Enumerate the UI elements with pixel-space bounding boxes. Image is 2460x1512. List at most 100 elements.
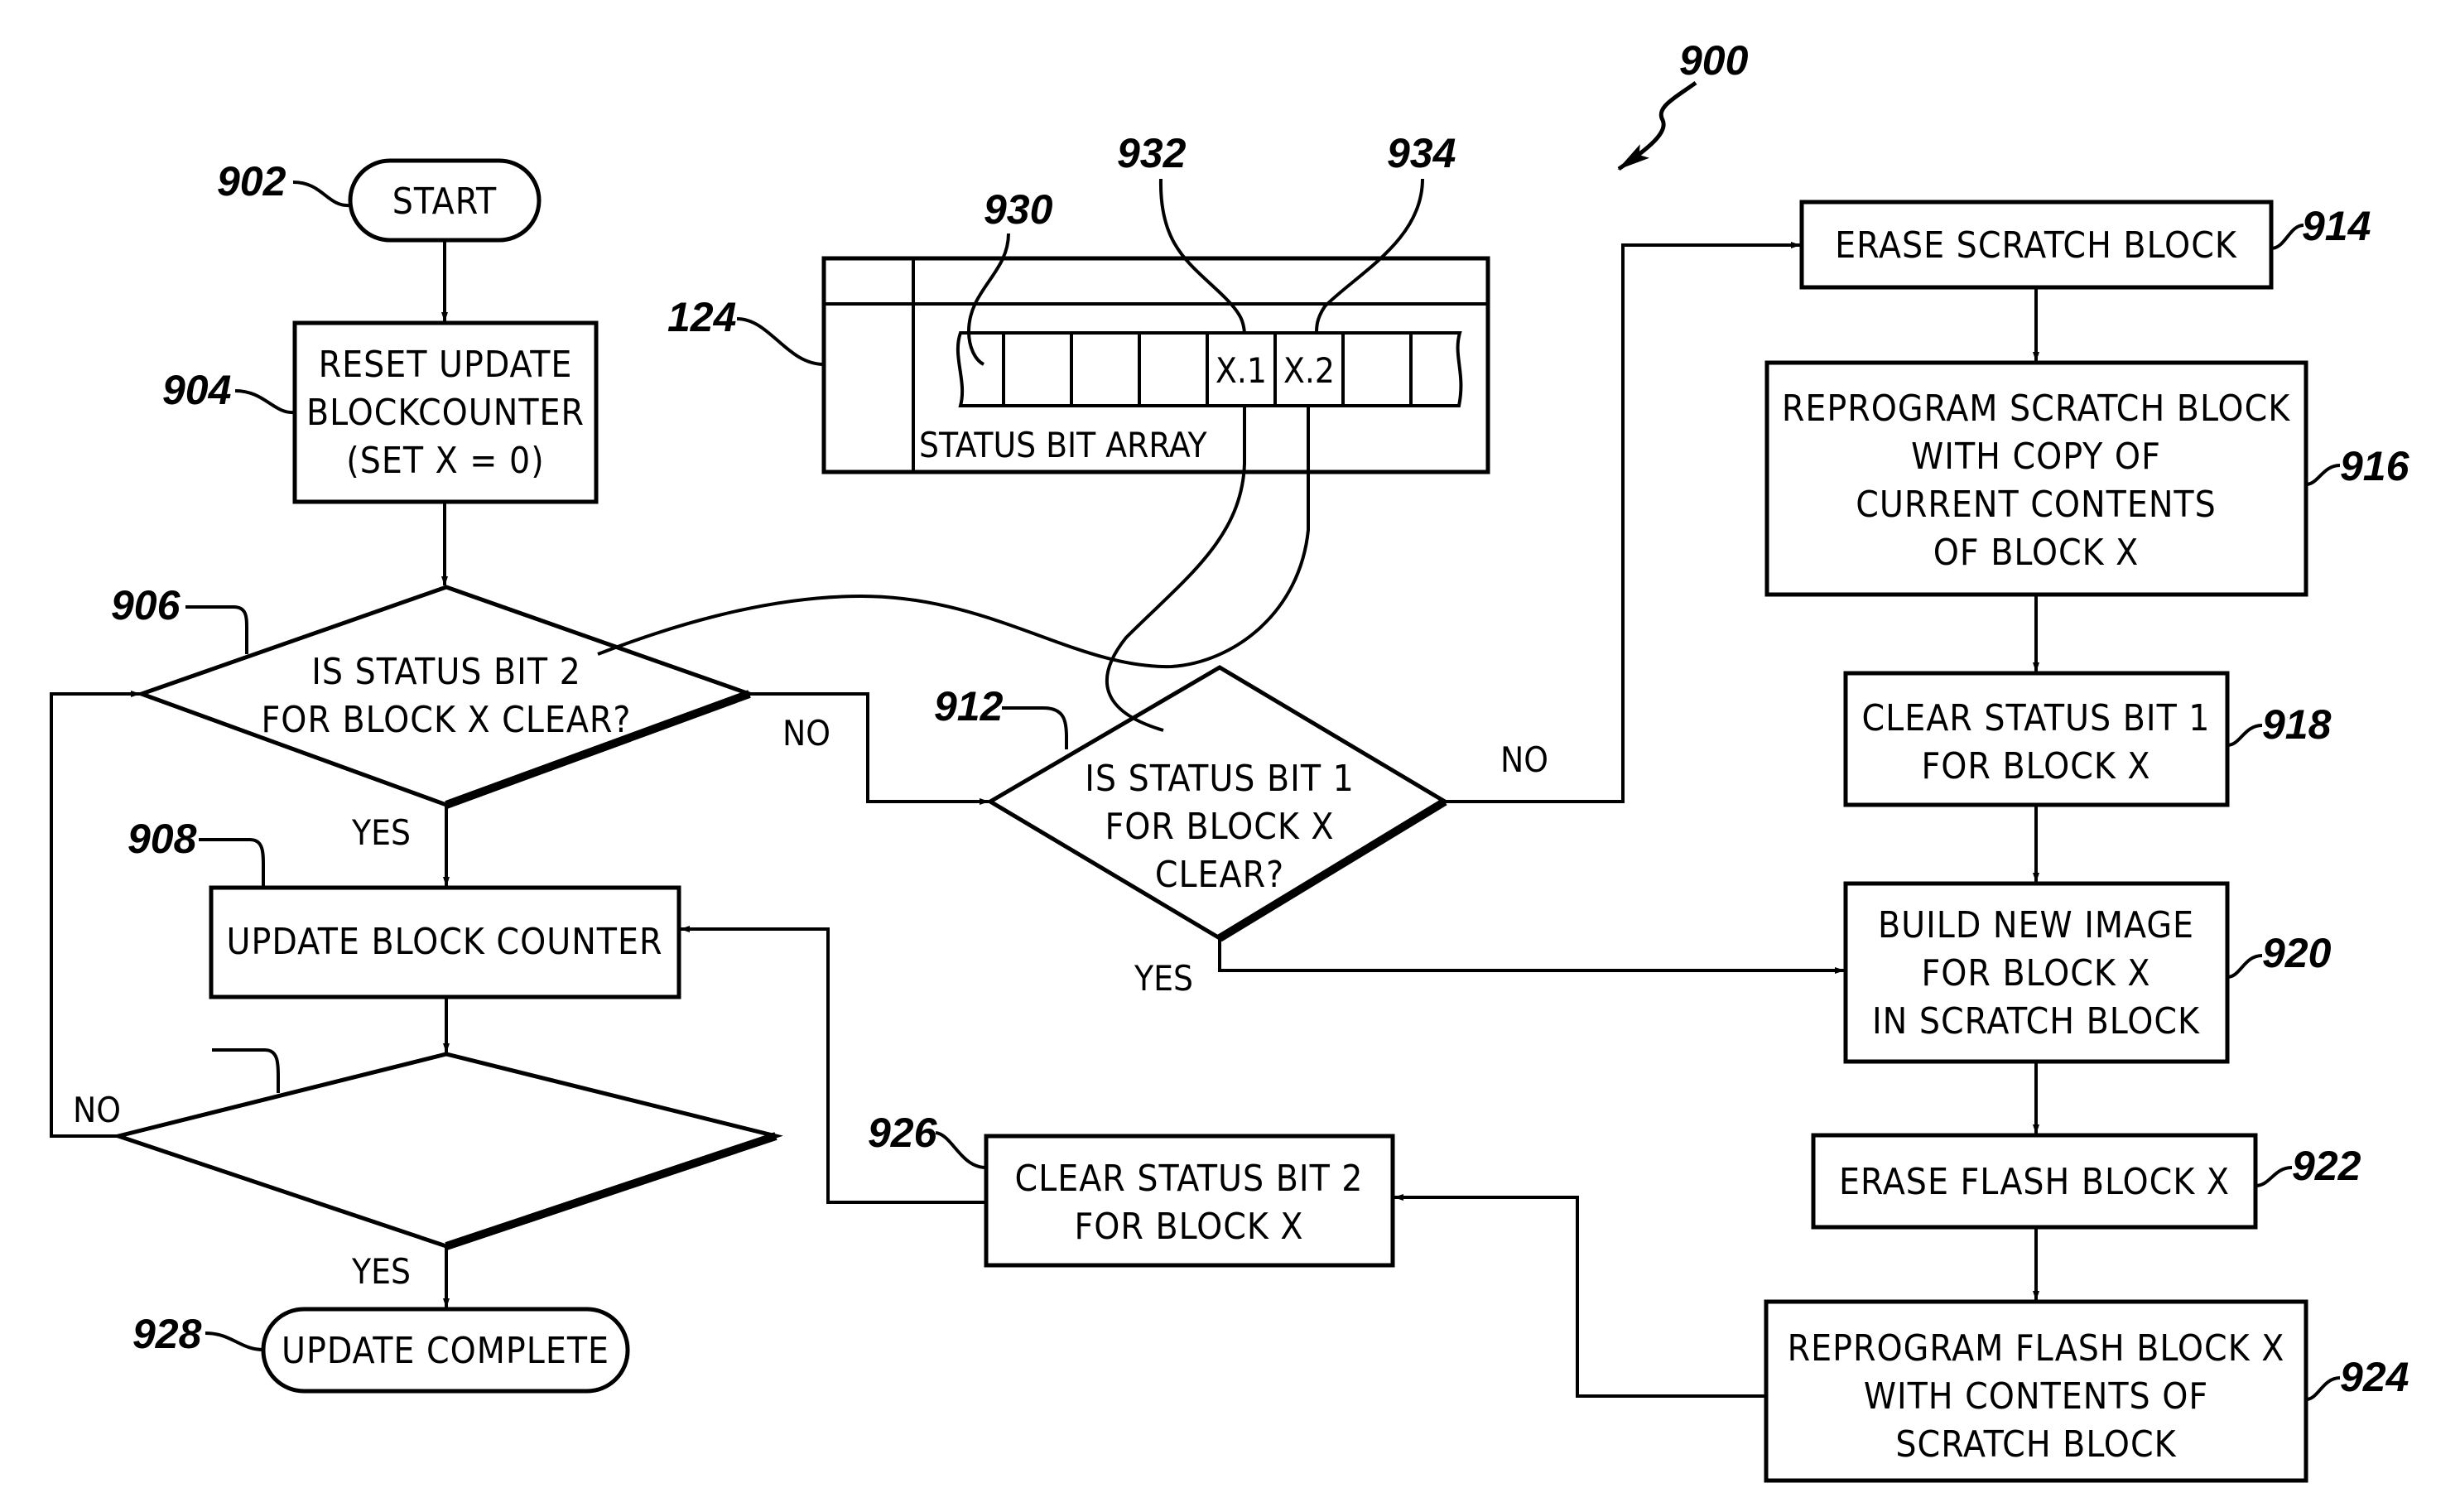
node-text-line: BLOCKCOUNTER [306,392,585,434]
node-text-line: START [392,181,497,223]
ref-label-920: 920 [2262,930,2332,976]
decision-check1-shape [986,665,1449,941]
edge-label-alldone-no: NO [73,1090,121,1130]
node-check2: IS STATUS BIT 2 FOR BLOCK X CLEAR? [135,585,756,809]
node-text-line: CLEAR? [1155,854,1284,896]
ref-label-900: 900 [1679,37,1749,84]
node-update: UPDATE BLOCK COUNTER [209,885,681,999]
edge-label-check2-no: NO [782,713,830,754]
leader-916 [2305,464,2341,486]
node-text-line: UPDATE COMPLETE [282,1330,609,1372]
edge-label-check2-yes: YES [351,812,411,853]
ref-label-918: 918 [2262,701,2332,748]
leader-924 [2305,1376,2341,1401]
ref-label-902: 902 [217,158,286,205]
node-text-line: WITH COPY OF [1911,436,2161,478]
node-text-line: IS STATUS BIT 2 [311,651,581,693]
edge-label-check1-no: NO [1500,739,1548,780]
node-erasescratch-text: ERASE SCRATCH BLOCK [1835,224,2237,267]
ref-label-924: 924 [2340,1354,2409,1400]
node-text-line: FOR BLOCK X [1105,806,1334,848]
node-alldone [111,1052,783,1250]
node-start: START [348,158,542,243]
node-text-line: BUILD NEW IMAGE [1878,904,2194,946]
leader-926 [935,1131,987,1169]
ref-label-926: 926 [868,1110,938,1156]
flowchart-canvas: START RESET UPDATE BLOCKCOUNTER (SET X = 0… [50,37,2410,1483]
ref-label-934: 934 [1387,130,1456,176]
node-update-text: UPDATE BLOCK COUNTER [227,921,663,963]
ref-label-928: 928 [132,1311,202,1357]
edge-reprogflash-clear2 [1394,1194,1766,1398]
edge-alldone-check2 [50,691,141,1138]
leader-922 [2255,1166,2293,1187]
node-text-line: FOR BLOCK X CLEAR? [262,699,632,741]
node-text-line: CLEAR STATUS BIT 1 [1862,697,2211,739]
node-text-line: ERASE FLASH BLOCK X [1839,1161,2230,1203]
leader-912 [1002,706,1068,749]
edge-label-alldone-yes: YES [351,1251,411,1292]
node-reset-text: RESET UPDATE BLOCKCOUNTER (SET X = 0) [306,344,585,482]
node-text-line: REPROGRAM SCRATCH BLOCK [1782,388,2290,430]
node-clear1: CLEAR STATUS BIT 1 FOR BLOCK X [1843,671,2230,807]
leader-908 [199,838,265,888]
ref-label-124: 124 [667,294,736,340]
ref-label-932: 932 [1117,130,1187,176]
node-check1: IS STATUS BIT 1 FOR BLOCK X CLEAR? [986,665,1449,942]
leader-906 [185,605,248,654]
leader-914 [2270,224,2304,250]
node-text-line: IN SCRATCH BLOCK [1872,1000,2200,1043]
node-reprogflash: REPROGRAM FLASH BLOCK X WITH CONTENTS OF S… [1764,1299,2308,1483]
node-text-line: FOR BLOCK X [1921,745,2150,787]
ref-label-912: 912 [934,683,1004,730]
node-text-line: IS STATUS BIT 1 [1085,758,1355,800]
leader-910 [212,1048,280,1093]
node-eraseflash: ERASE FLASH BLOCK X [1811,1133,2258,1230]
ref-label-904: 904 [162,367,231,413]
leader-904 [234,389,296,415]
node-reprogscratch: REPROGRAM SCRATCH BLOCK WITH COPY OF CURRE… [1764,360,2308,597]
ref-label-930: 930 [984,186,1053,233]
leader-920 [2227,954,2263,979]
node-text-line: UPDATE BLOCK COUNTER [227,921,663,963]
node-text-line: FOR BLOCK X [1921,952,2150,994]
decision-alldone-shape [111,1052,783,1249]
node-eraseflash-text: ERASE FLASH BLOCK X [1839,1161,2230,1203]
node-text-line: WITH CONTENTS OF [1864,1375,2208,1418]
node-complete: UPDATE COMPLETE [261,1307,630,1394]
leader-902 [292,181,351,208]
node-text-line: RESET UPDATE [319,344,573,386]
figure-pointer-arrow [1617,80,1697,171]
status-array-label: STATUS BIT ARRAY [919,425,1207,465]
ref-label-922: 922 [2292,1143,2361,1189]
node-clear2: CLEAR STATUS BIT 2 FOR BLOCK X [984,1134,1395,1268]
ref-label-914: 914 [2302,203,2371,249]
node-text-line: SCRATCH BLOCK [1895,1423,2176,1466]
node-text-line: CLEAR STATUS BIT 2 [1015,1158,1364,1200]
node-text-line: CURRENT CONTENTS [1856,484,2216,526]
status-bit-array-table: X.1 X.2 STATUS BIT ARRAY [821,256,1490,474]
node-complete-text: UPDATE COMPLETE [282,1330,609,1372]
node-text-line: FOR BLOCK X [1074,1206,1303,1248]
node-erasescratch: ERASE SCRATCH BLOCK [1799,200,2274,290]
edge-clear2-update [680,926,986,1204]
ref-label-916: 916 [2340,443,2410,489]
ref-label-906: 906 [111,582,181,628]
edge-check1-build [1218,938,1845,974]
node-text-line: (SET X = 0) [346,440,544,482]
ref-label-908: 908 [128,816,197,862]
status-cell-label: X.2 [1283,350,1335,391]
decision-check2-shape [135,585,756,807]
node-build: BUILD NEW IMAGE FOR BLOCK X IN SCRATCH BLO… [1843,881,2230,1064]
node-text-line: OF BLOCK X [1933,532,2140,574]
node-text-line: ERASE SCRATCH BLOCK [1835,224,2237,267]
node-text-line: REPROGRAM FLASH BLOCK X [1788,1327,2285,1370]
leader-928 [205,1331,264,1351]
leader-124 [736,317,825,366]
leader-918 [2227,724,2263,747]
node-start-text: START [392,181,497,223]
node-reset: RESET UPDATE BLOCKCOUNTER (SET X = 0) [292,320,599,504]
status-cell-label: X.1 [1216,350,1267,391]
edge-label-check1-yes: YES [1134,958,1193,999]
edge-check1-erasescratch [1445,242,1801,803]
